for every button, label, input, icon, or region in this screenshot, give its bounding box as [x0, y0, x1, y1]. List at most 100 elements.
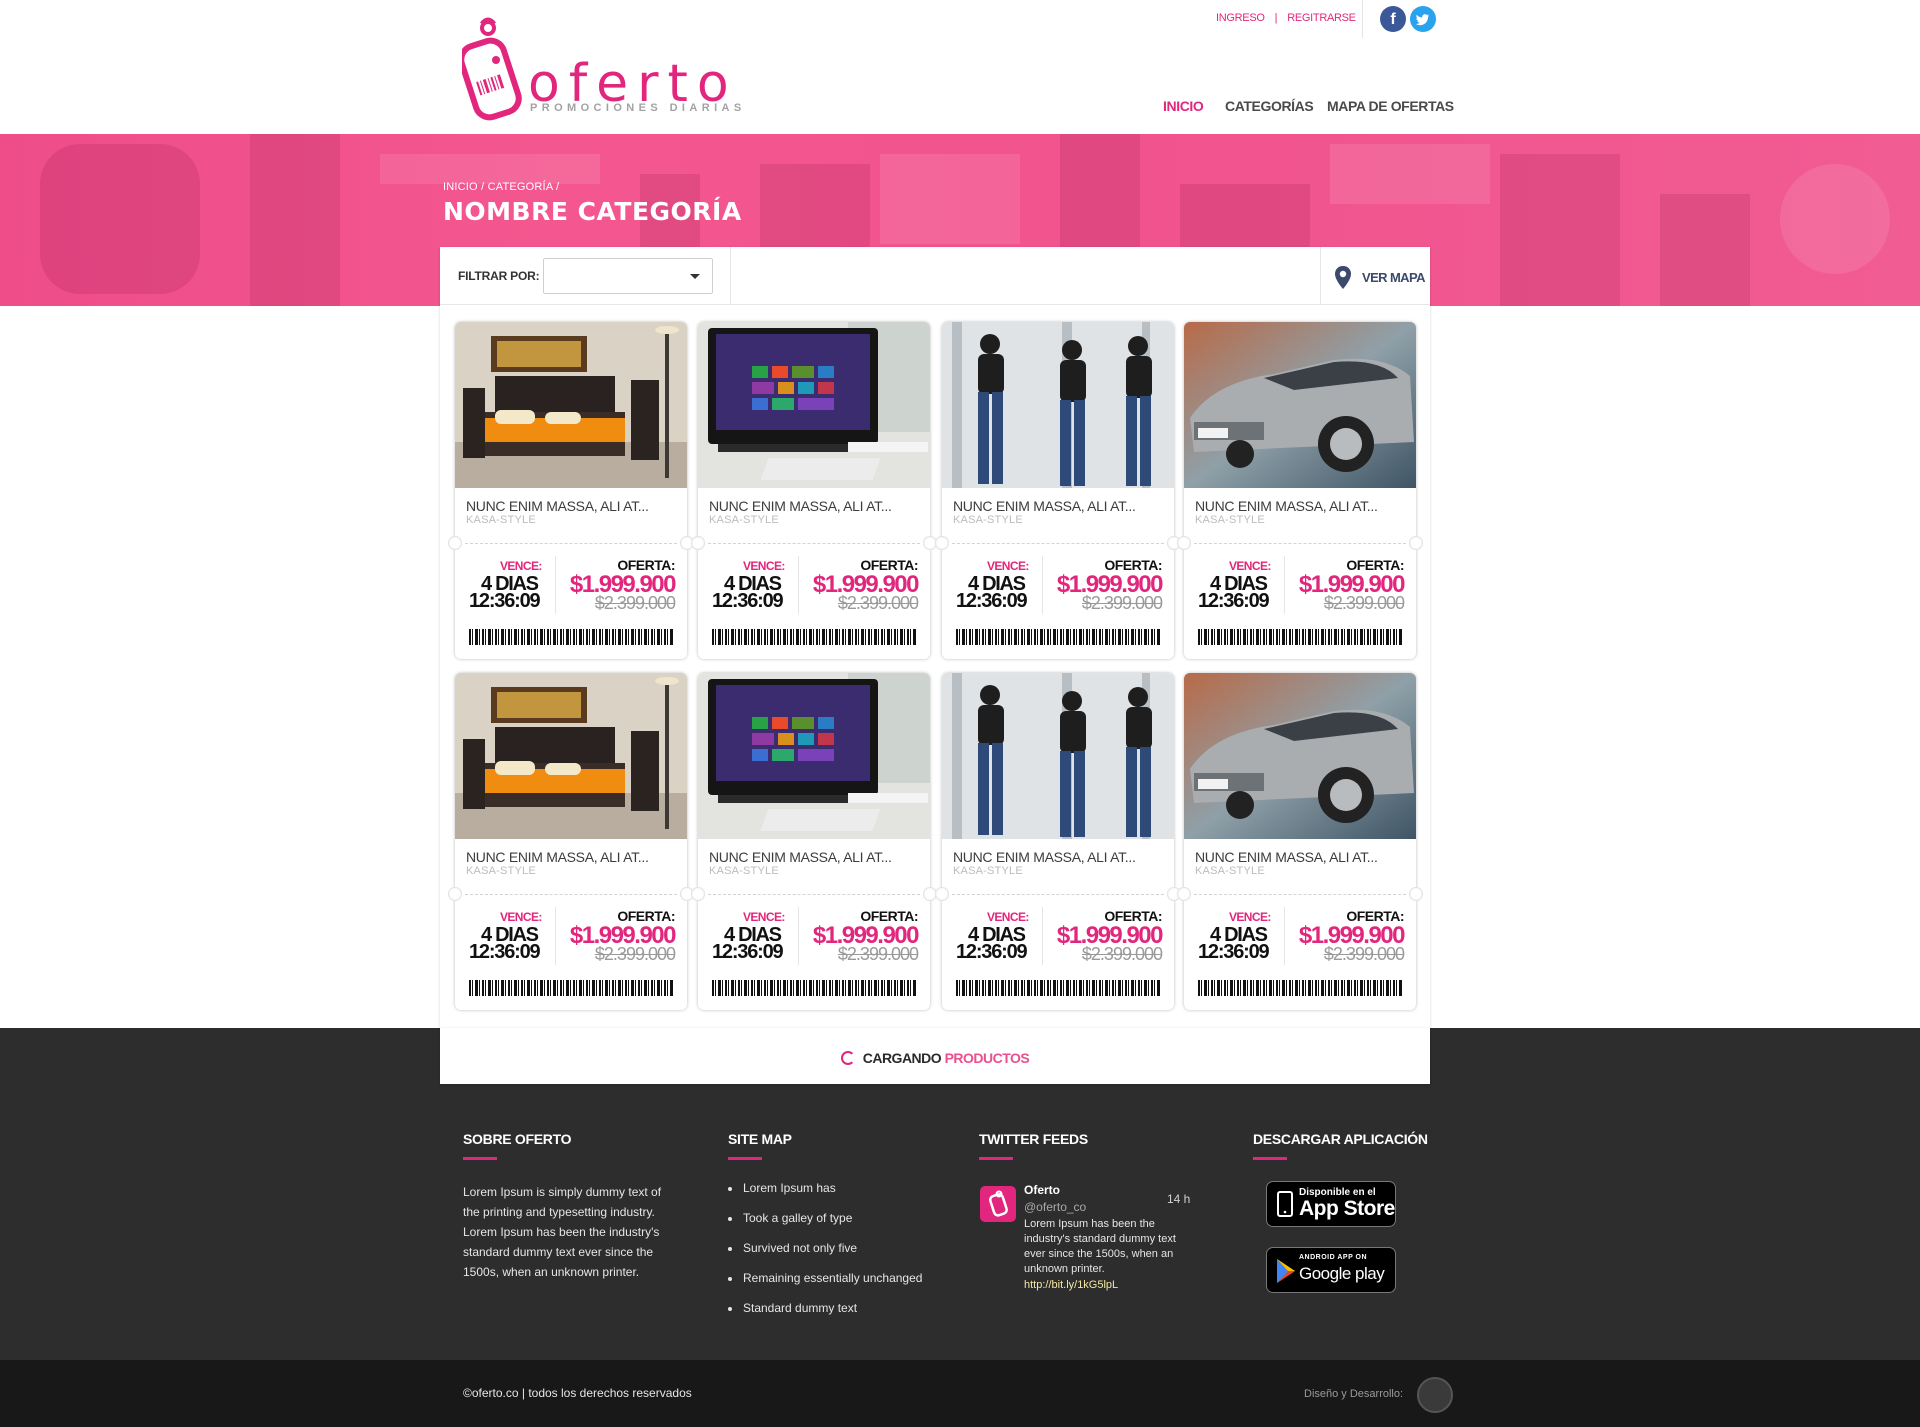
developer-logo-icon[interactable]: [1417, 1377, 1453, 1413]
card-divider: [555, 556, 556, 614]
filter-divider: [730, 247, 731, 305]
login-link[interactable]: INGRESO: [1216, 12, 1265, 24]
header-divider: [1362, 0, 1363, 38]
content-panel: FILTRAR POR: VER MAPA NUNC ENIM MASSA, A…: [440, 247, 1430, 1028]
panel-bottom: CARGANDO PRODUCTOS: [440, 1028, 1430, 1084]
product-image[interactable]: [942, 322, 1174, 488]
card-divider: [798, 556, 799, 614]
ticket-notch: [691, 887, 705, 901]
oferto-logo[interactable]: oferto PROMOCIONES DIARIAS: [462, 16, 741, 122]
title-underline: [463, 1157, 497, 1160]
expires-label: VENCE:: [987, 910, 1029, 924]
product-image[interactable]: [698, 673, 930, 839]
ticket-notch: [448, 536, 462, 550]
copyright-text: ©oferto.co | todos los derechos reservad…: [463, 1386, 692, 1400]
original-price: $2.399.000: [1081, 593, 1163, 613]
ticket-perforation: [1194, 894, 1406, 895]
app-store-button[interactable]: Disponible en el App Store: [1266, 1181, 1396, 1227]
card-divider: [1042, 907, 1043, 965]
product-name[interactable]: NUNC ENIM MASSA, ALI AT...: [709, 849, 892, 865]
product-name[interactable]: NUNC ENIM MASSA, ALI AT...: [466, 498, 649, 514]
expires-time: 12:36:09: [956, 941, 1028, 963]
original-price: $2.399.000: [837, 944, 919, 964]
product-card[interactable]: NUNC ENIM MASSA, ALI AT... KASA-STYLE VENC…: [448, 322, 694, 659]
tweet-link[interactable]: http://bit.ly/1kG5lpL: [1024, 1279, 1118, 1291]
google-play-big-text: Google play: [1299, 1264, 1385, 1283]
google-play-icon: [1277, 1259, 1295, 1283]
product-card[interactable]: NUNC ENIM MASSA, ALI AT... KASA-STYLE VENC…: [1177, 673, 1423, 1010]
product-card[interactable]: NUNC ENIM MASSA, ALI AT... KASA-STYLE VENC…: [935, 673, 1181, 1010]
card-divider: [1284, 907, 1285, 965]
expires-label: VENCE:: [743, 910, 785, 924]
facebook-icon[interactable]: f: [1380, 6, 1406, 32]
sitemap-link[interactable]: Lorem Ipsum has: [728, 1181, 922, 1211]
nav-mapa-de-ofertas[interactable]: MAPA DE OFERTAS: [1327, 98, 1454, 114]
twitter-icon[interactable]: [1410, 6, 1436, 32]
product-store: KASA-STYLE: [709, 865, 779, 877]
footer-about-title: SOBRE OFERTO: [463, 1131, 572, 1147]
bottom-bar: [0, 1360, 1920, 1427]
footer-twitter-title: TWITTER FEEDS: [979, 1131, 1088, 1147]
tweet-handle[interactable]: @oferto_co: [1024, 1200, 1086, 1214]
sitemap-link[interactable]: Survived not only five: [728, 1241, 922, 1271]
barcode-icon: [956, 629, 1160, 645]
ticket-notch: [1177, 536, 1191, 550]
product-name[interactable]: NUNC ENIM MASSA, ALI AT...: [953, 498, 1136, 514]
product-store: KASA-STYLE: [1195, 514, 1265, 526]
ticket-perforation: [708, 894, 920, 895]
expires-label: VENCE:: [1229, 910, 1271, 924]
site-header: oferto PROMOCIONES DIARIAS INGRESO | REGIT…: [0, 0, 1920, 134]
product-name[interactable]: NUNC ENIM MASSA, ALI AT...: [1195, 498, 1378, 514]
barcode-icon: [469, 980, 673, 996]
product-card[interactable]: NUNC ENIM MASSA, ALI AT... KASA-STYLE VENC…: [448, 673, 694, 1010]
nav-inicio[interactable]: INICIO: [1163, 98, 1204, 114]
google-play-button[interactable]: ANDROID APP ON Google play: [1266, 1247, 1396, 1293]
expires-time: 12:36:09: [956, 590, 1028, 612]
product-image[interactable]: [1184, 322, 1416, 488]
title-underline: [728, 1157, 762, 1160]
product-card[interactable]: NUNC ENIM MASSA, ALI AT... KASA-STYLE VENC…: [691, 673, 937, 1010]
ver-mapa-button[interactable]: VER MAPA: [1362, 270, 1425, 285]
footer-about-text: Lorem Ipsum is simply dummy text of the …: [463, 1185, 662, 1279]
loading-word: CARGANDO: [862, 1050, 942, 1066]
oferto-avatar[interactable]: [980, 1186, 1016, 1222]
page-title: NOMBRE CATEGORÍA: [443, 197, 742, 226]
ticket-perforation: [708, 543, 920, 544]
link-separator: |: [1274, 12, 1278, 24]
sitemap-link[interactable]: Took a galley of type: [728, 1211, 922, 1241]
barcode-icon: [1198, 980, 1402, 996]
card-divider: [555, 907, 556, 965]
map-pin-icon[interactable]: [1333, 265, 1353, 291]
product-image[interactable]: [698, 322, 930, 488]
product-name[interactable]: NUNC ENIM MASSA, ALI AT...: [709, 498, 892, 514]
nav-categorias[interactable]: CATEGORÍAS: [1225, 98, 1314, 114]
sitemap-link[interactable]: Standard dummy text: [728, 1301, 922, 1331]
product-card[interactable]: NUNC ENIM MASSA, ALI AT... KASA-STYLE VENC…: [691, 322, 937, 659]
spinner-icon: [840, 1051, 855, 1065]
filter-dropdown[interactable]: [543, 258, 713, 294]
original-price: $2.399.000: [1323, 944, 1405, 964]
tweet-text: Lorem Ipsum has been the industry's stan…: [1024, 1218, 1176, 1275]
product-card[interactable]: NUNC ENIM MASSA, ALI AT... KASA-STYLE VENC…: [1177, 322, 1423, 659]
product-image[interactable]: [455, 322, 687, 488]
product-store: KASA-STYLE: [953, 514, 1023, 526]
register-link[interactable]: REGITRARSE: [1287, 12, 1356, 24]
barcode-icon: [956, 980, 1160, 996]
product-store: KASA-STYLE: [466, 514, 536, 526]
product-image[interactable]: [1184, 673, 1416, 839]
product-name[interactable]: NUNC ENIM MASSA, ALI AT...: [953, 849, 1136, 865]
product-store: KASA-STYLE: [1195, 865, 1265, 877]
tweet-author[interactable]: Oferto: [1024, 1183, 1060, 1197]
product-name[interactable]: NUNC ENIM MASSA, ALI AT...: [1195, 849, 1378, 865]
expires-time: 12:36:09: [1198, 590, 1270, 612]
product-image[interactable]: [455, 673, 687, 839]
product-name[interactable]: NUNC ENIM MASSA, ALI AT...: [466, 849, 649, 865]
breadcrumb[interactable]: INICIO / CATEGORÍA /: [443, 181, 559, 193]
tweet-time: 14 h: [1167, 1192, 1191, 1206]
barcode-icon: [469, 629, 673, 645]
product-card[interactable]: NUNC ENIM MASSA, ALI AT... KASA-STYLE VENC…: [935, 322, 1181, 659]
product-image[interactable]: [942, 673, 1174, 839]
filter-divider: [1320, 247, 1321, 305]
barcode-icon: [1198, 629, 1402, 645]
sitemap-link[interactable]: Remaining essentially unchanged: [728, 1271, 922, 1301]
